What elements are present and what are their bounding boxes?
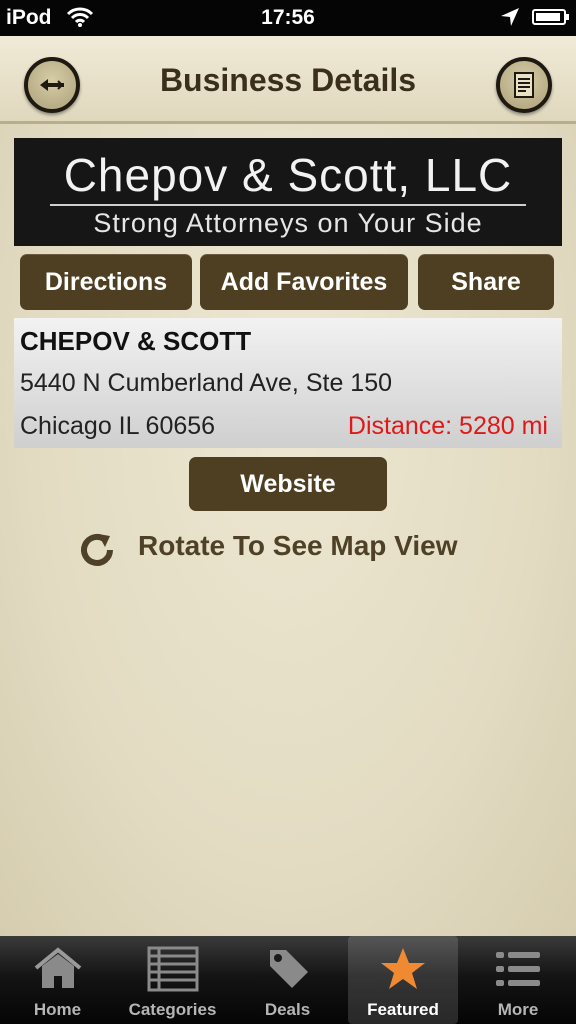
- tab-more-label: More: [497, 1000, 539, 1019]
- share-button[interactable]: Share: [418, 254, 554, 310]
- home-icon: [34, 947, 81, 988]
- banner-divider: [50, 204, 526, 206]
- rotate-icon: [81, 534, 113, 566]
- add-favorites-button[interactable]: Add Favorites: [200, 254, 408, 310]
- distance-label: Distance: 5280 mi: [347, 412, 548, 440]
- tab-home[interactable]: Home: [0, 936, 115, 1024]
- tab-featured[interactable]: Featured: [348, 936, 458, 1024]
- battery-icon: [532, 9, 569, 25]
- directions-button[interactable]: Directions: [20, 254, 192, 310]
- clock: 17:56: [261, 6, 315, 29]
- banner-tagline: Strong Attorneys on Your Side: [93, 208, 483, 238]
- tab-categories-label: Categories: [128, 1000, 217, 1019]
- tab-home-label: Home: [33, 1000, 82, 1019]
- tab-bar: Home Categories Deals Featured More: [0, 936, 576, 1024]
- tab-deals-label: Deals: [264, 1000, 311, 1019]
- tab-more[interactable]: More: [460, 936, 576, 1024]
- notes-icon: [514, 72, 534, 98]
- tab-categories[interactable]: Categories: [115, 936, 230, 1024]
- status-bar: iPod 17:56: [0, 0, 576, 36]
- notes-button[interactable]: [496, 57, 552, 113]
- address-line-1: 5440 N Cumberland Ave, Ste 150: [20, 369, 393, 397]
- website-button[interactable]: Website: [189, 457, 387, 511]
- tag-icon: [269, 950, 308, 988]
- tab-deals[interactable]: Deals: [230, 936, 345, 1024]
- address-line-2: Chicago IL 60656: [20, 412, 216, 440]
- tab-featured-label: Featured: [367, 1000, 439, 1019]
- page-title: Business Details: [159, 62, 417, 98]
- more-list-icon: [496, 952, 540, 986]
- banner-name: Chepov & Scott, LLC: [63, 149, 513, 201]
- list-grid-icon: [147, 946, 198, 992]
- rotate-hint-label: Rotate To See Map View: [138, 530, 458, 561]
- location-arrow-icon: [500, 7, 520, 33]
- business-banner: Chepov & Scott, LLC Strong Attorneys on …: [14, 138, 562, 246]
- navigation-bar: Business Details: [0, 36, 576, 124]
- star-icon: [381, 948, 425, 989]
- business-info: CHEPOV & SCOTT 5440 N Cumberland Ave, St…: [14, 318, 562, 448]
- business-name: CHEPOV & SCOTT: [20, 326, 252, 356]
